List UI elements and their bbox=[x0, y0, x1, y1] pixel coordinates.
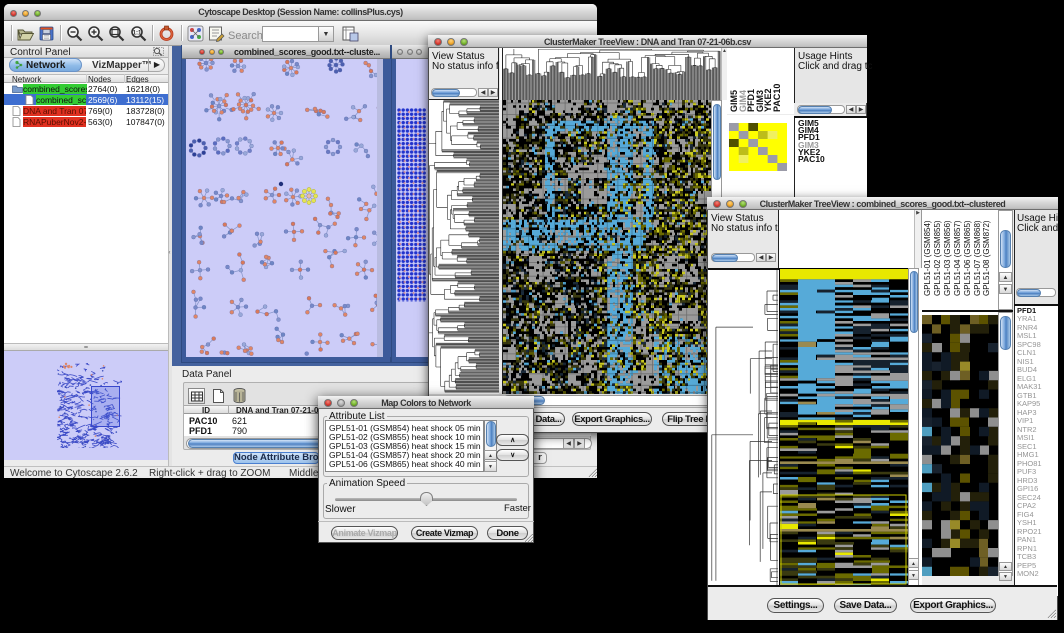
svg-text:1:1: 1:1 bbox=[133, 31, 142, 37]
